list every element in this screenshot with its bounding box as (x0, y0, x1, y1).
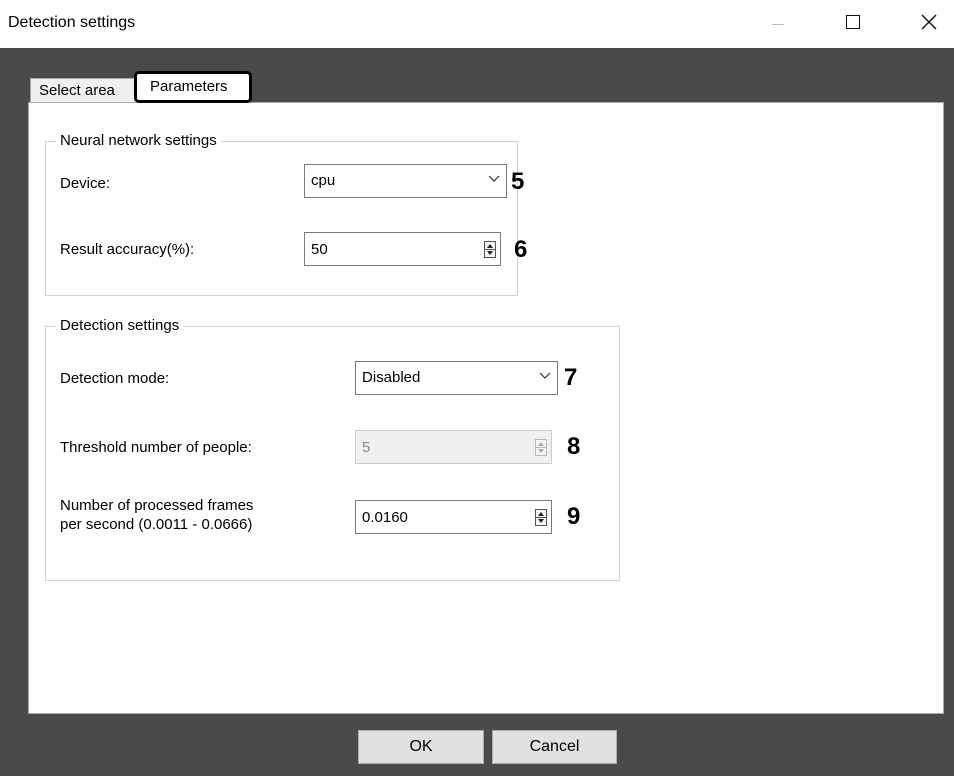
threshold-spinner[interactable]: 5 (355, 430, 552, 464)
callout-7: 7 (564, 364, 578, 391)
detection-settings-window: Detection settings Select area Parameter… (0, 0, 954, 776)
device-select[interactable]: cpu (304, 164, 507, 198)
accuracy-updown-icon[interactable] (484, 241, 496, 258)
device-value: cpu (311, 172, 336, 189)
device-label: Device: (60, 175, 111, 192)
detection-settings-legend: Detection settings (56, 317, 184, 334)
threshold-label: Threshold number of people: (60, 439, 252, 456)
accuracy-label: Result accuracy(%): (60, 241, 195, 258)
tab-select-area[interactable]: Select area (30, 78, 140, 102)
detection-mode-select[interactable]: Disabled (355, 361, 558, 395)
fps-label-line2: per second (0.0011 - 0.0666) (60, 516, 253, 533)
fps-updown-icon[interactable] (535, 509, 547, 526)
fps-value: 0.0160 (362, 509, 408, 526)
close-icon (921, 14, 937, 30)
threshold-updown-icon[interactable] (535, 439, 547, 456)
window-title: Detection settings (8, 14, 136, 31)
accuracy-value: 50 (311, 241, 328, 258)
fps-spinner[interactable]: 0.0160 (355, 500, 552, 534)
close-button[interactable] (906, 0, 952, 48)
title-bar: Detection settings (0, 0, 954, 48)
cancel-button[interactable]: Cancel (492, 730, 617, 764)
callout-8: 8 (567, 433, 581, 460)
detection-mode-value: Disabled (362, 369, 421, 386)
callout-9: 9 (567, 503, 581, 530)
minimize-button[interactable] (755, 0, 801, 48)
tab-parameters[interactable]: Parameters (134, 71, 252, 103)
callout-6: 6 (514, 236, 528, 263)
maximize-button[interactable] (830, 0, 876, 48)
minimize-icon (772, 24, 784, 25)
callout-5: 5 (511, 168, 525, 195)
ok-button[interactable]: OK (358, 730, 484, 764)
chevron-down-icon (539, 372, 551, 379)
neural-network-legend: Neural network settings (56, 132, 221, 149)
accuracy-spinner[interactable]: 50 (304, 232, 501, 266)
threshold-value: 5 (362, 439, 371, 456)
maximize-icon (846, 15, 860, 29)
fps-label-line1: Number of processed frames (60, 497, 254, 514)
chevron-down-icon (488, 175, 500, 182)
detection-mode-label: Detection mode: (60, 370, 170, 387)
